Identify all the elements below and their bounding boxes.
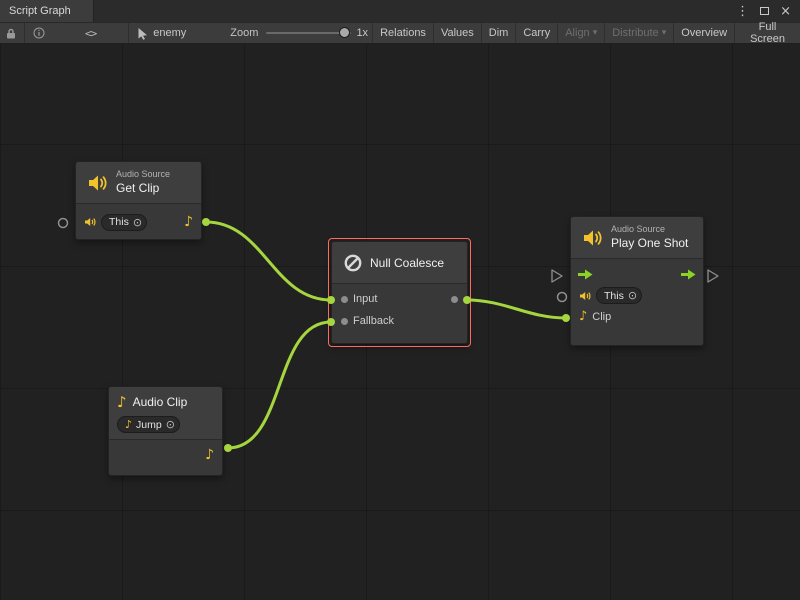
- zoom-value: 1x: [356, 27, 368, 39]
- wire-null-coalesce-to-clip[interactable]: [467, 300, 566, 318]
- toolbar-buttons: Relations Values Dim Carry Align ▾ Distr…: [372, 23, 800, 43]
- graph-owner-button[interactable]: enemy: [131, 23, 192, 43]
- wire-endpoint-dot[interactable]: [327, 296, 335, 304]
- wire-get-clip-to-input[interactable]: [206, 222, 331, 300]
- overview-button[interactable]: Overview: [673, 23, 734, 43]
- cursor-icon: [137, 27, 148, 40]
- wire-endpoint-dot[interactable]: [463, 296, 471, 304]
- zoom-label: Zoom: [230, 27, 258, 39]
- toolbar-separator: [128, 23, 129, 43]
- port-play-one-shot-this-input[interactable]: [558, 293, 567, 302]
- full-screen-button[interactable]: Full Screen: [734, 23, 800, 43]
- tab-title: Script Graph: [9, 5, 71, 17]
- window-controls: ⋮ ×: [736, 0, 800, 22]
- port-flow-output[interactable]: [708, 270, 718, 282]
- tab-script-graph[interactable]: Script Graph: [0, 0, 94, 22]
- distribute-button[interactable]: Distribute ▾: [604, 23, 673, 43]
- chevron-down-icon: ▾: [662, 28, 667, 38]
- info-icon[interactable]: [27, 23, 51, 43]
- close-icon[interactable]: ×: [780, 5, 791, 18]
- graph-toolbar: <> enemy Zoom 1x Relations Values Dim Ca…: [0, 22, 800, 44]
- toolbar-separator: [24, 23, 25, 43]
- port-flow-input[interactable]: [552, 270, 562, 282]
- graph-owner-label: enemy: [153, 27, 186, 39]
- zoom-slider-knob[interactable]: [339, 27, 350, 38]
- chevron-down-icon: ▾: [593, 28, 598, 38]
- carry-button[interactable]: Carry: [515, 23, 557, 43]
- values-button[interactable]: Values: [433, 23, 481, 43]
- port-get-clip-this-input[interactable]: [59, 219, 68, 228]
- wire-audio-clip-to-fallback[interactable]: [228, 322, 331, 448]
- distribute-label: Distribute: [612, 27, 658, 39]
- wire-endpoint-dot[interactable]: [562, 314, 570, 322]
- zoom-slider[interactable]: [266, 22, 351, 44]
- wire-endpoint-dot[interactable]: [224, 444, 232, 452]
- tab-bar: Script Graph ⋮ ×: [0, 0, 800, 22]
- align-button[interactable]: Align ▾: [557, 23, 604, 43]
- script-graph-window: Script Graph ⋮ × <> enemy Zoom 1x: [0, 0, 800, 600]
- maximize-icon[interactable]: [760, 7, 769, 15]
- dim-button[interactable]: Dim: [481, 23, 516, 43]
- graph-canvas[interactable]: Audio Source Get Clip This ⊙ ♪: [0, 44, 800, 600]
- align-label: Align: [565, 27, 589, 39]
- lock-icon[interactable]: [0, 23, 22, 43]
- wire-endpoint-dot[interactable]: [327, 318, 335, 326]
- kebab-menu-icon[interactable]: ⋮: [736, 5, 749, 18]
- wire-endpoint-dot[interactable]: [202, 218, 210, 226]
- code-preview-icon[interactable]: <>: [79, 23, 102, 43]
- code-icon-glyph: <>: [85, 27, 96, 40]
- relations-button[interactable]: Relations: [372, 23, 433, 43]
- wires-overlay: [0, 44, 800, 600]
